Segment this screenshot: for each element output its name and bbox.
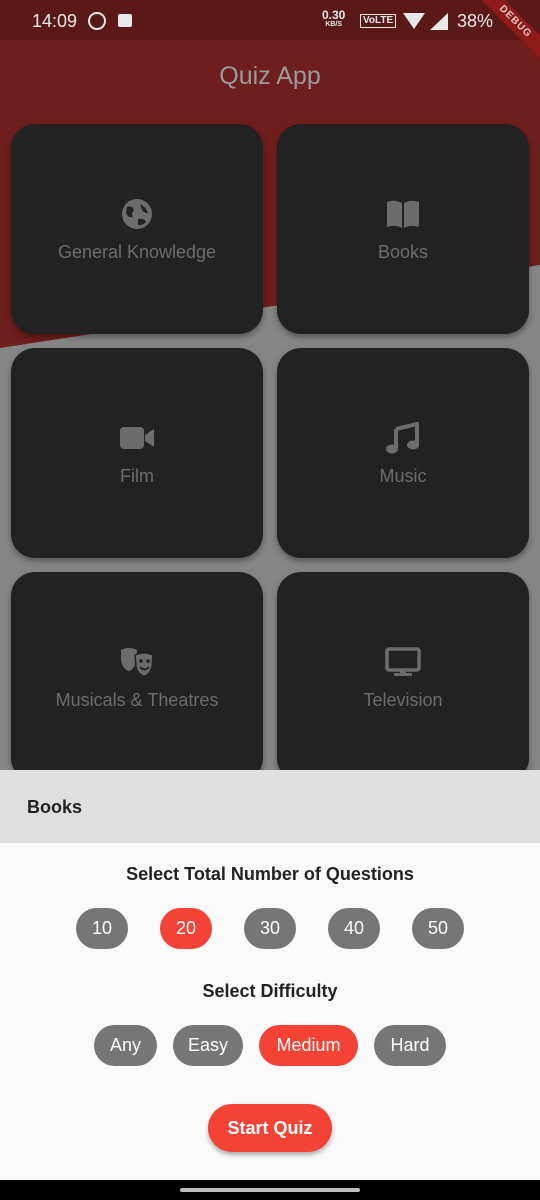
tv-icon xyxy=(385,647,421,676)
question-count-40[interactable]: 40 xyxy=(328,908,380,949)
question-count-10[interactable]: 10 xyxy=(76,908,128,949)
difficulty-section-title: Select Difficulty xyxy=(202,981,338,1001)
category-card-television[interactable]: Television xyxy=(277,572,529,782)
image-icon xyxy=(118,14,132,27)
questions-section-title: Select Total Number of Questions xyxy=(126,864,414,884)
difficulty-easy[interactable]: Easy xyxy=(173,1025,243,1066)
app-title: Quiz App xyxy=(219,62,321,90)
network-speed: 0.30 KB/S xyxy=(322,8,346,28)
category-label: Music xyxy=(379,466,427,486)
category-card-books[interactable]: Books xyxy=(277,124,529,334)
book-icon xyxy=(387,200,419,228)
screen: 14:09 0.30 KB/S VoLTE 38% DEBUG Quiz App … xyxy=(0,0,540,1200)
wifi-icon xyxy=(403,13,425,29)
category-card-music[interactable]: Music xyxy=(277,348,529,558)
category-card-musicals-theatres[interactable]: Musicals & Theatres xyxy=(11,572,263,782)
question-count-20[interactable]: 20 xyxy=(160,908,212,949)
whatsapp-icon xyxy=(88,12,106,30)
video-camera-icon xyxy=(120,427,154,449)
volte-icon: VoLTE xyxy=(360,14,397,28)
category-label: Musicals & Theatres xyxy=(55,690,219,710)
bottom-sheet: Books Select Total Number of Questions 1… xyxy=(0,770,540,1200)
question-count-30[interactable]: 30 xyxy=(244,908,296,949)
sheet-header: Books xyxy=(0,770,540,843)
home-gesture-handle[interactable] xyxy=(180,1188,360,1192)
category-card-film[interactable]: Film xyxy=(11,348,263,558)
category-card-general-knowledge[interactable]: General Knowledge xyxy=(11,124,263,334)
navigation-bar xyxy=(0,1180,540,1200)
music-note-icon xyxy=(386,422,419,454)
difficulty-medium[interactable]: Medium xyxy=(259,1025,358,1066)
status-bar: 14:09 0.30 KB/S VoLTE 38% xyxy=(0,0,540,40)
question-count-50[interactable]: 50 xyxy=(412,908,464,949)
battery-level: 38% xyxy=(457,11,494,31)
category-label: Film xyxy=(120,466,154,486)
category-label: Books xyxy=(377,242,429,262)
difficulty-any[interactable]: Any xyxy=(94,1025,157,1066)
theater-masks-icon xyxy=(121,648,154,677)
start-quiz-button[interactable]: Start Quiz xyxy=(208,1104,332,1152)
globe-icon xyxy=(122,199,152,229)
sheet-title: Books xyxy=(27,797,83,817)
category-label: Television xyxy=(363,690,443,710)
status-time: 14:09 xyxy=(32,11,78,31)
difficulty-hard[interactable]: Hard xyxy=(374,1025,446,1066)
signal-icon xyxy=(430,13,448,30)
category-label: General Knowledge xyxy=(57,242,217,262)
